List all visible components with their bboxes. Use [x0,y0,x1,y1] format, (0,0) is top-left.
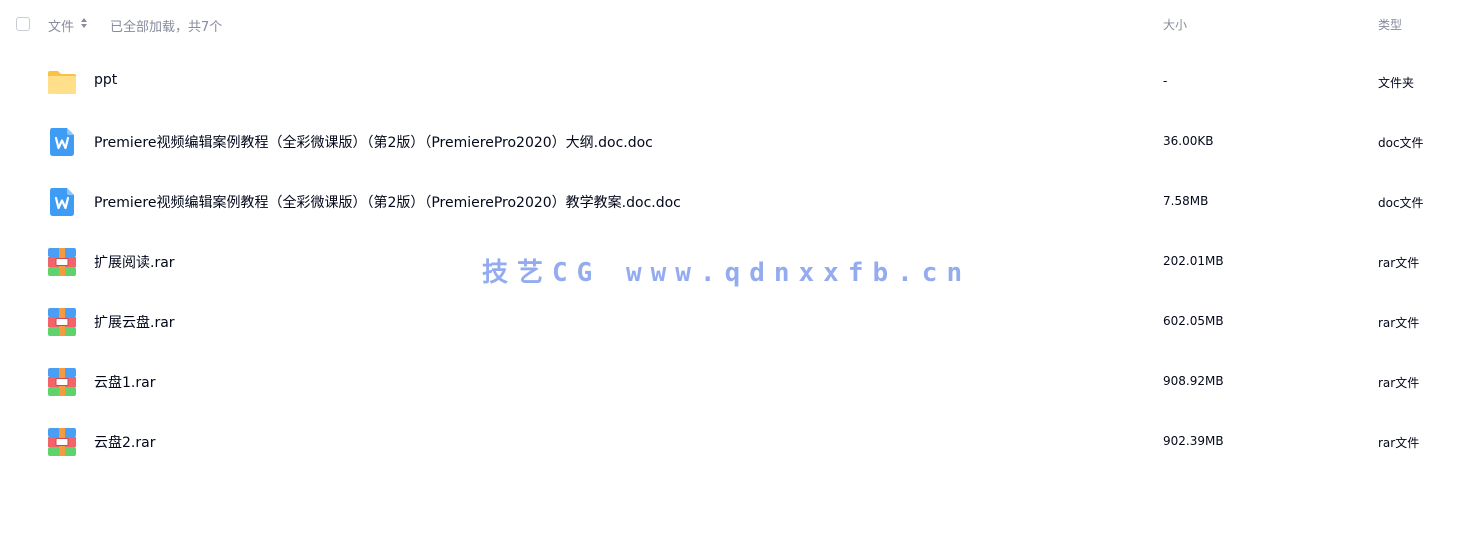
file-type: rar文件 [1378,256,1420,270]
file-row[interactable]: Premiere视频编辑案例教程（全彩微课版）（第2版）（PremierePro… [0,172,1480,232]
file-name[interactable]: ppt [94,72,117,88]
file-type: rar文件 [1378,316,1420,330]
select-all-checkbox[interactable] [16,17,30,31]
file-type: 文件夹 [1378,76,1415,90]
rar-archive-icon [48,308,76,336]
file-size: 36.00KB [1163,134,1214,148]
file-row[interactable]: ppt - 文件夹 [0,52,1480,112]
file-name[interactable]: Premiere视频编辑案例教程（全彩微课版）（第2版）（PremierePro… [94,132,653,152]
rar-archive-icon [48,428,76,456]
word-doc-icon [50,128,74,156]
file-name[interactable]: 云盘1.rar [94,372,155,392]
name-column-header[interactable]: 文件 [48,16,74,35]
file-type: rar文件 [1378,436,1420,450]
file-name[interactable]: 扩展云盘.rar [94,312,175,332]
file-list-header: 文件 已全部加载，共7个 大小 类型 [0,0,1480,50]
file-name[interactable]: 扩展阅读.rar [94,252,175,272]
file-row[interactable]: Premiere视频编辑案例教程（全彩微课版）（第2版）（PremierePro… [0,112,1480,172]
file-row[interactable]: 云盘2.rar 902.39MB rar文件 [0,412,1480,472]
rar-archive-icon [48,368,76,396]
file-size: - [1163,74,1168,88]
sort-icon[interactable] [80,17,88,29]
file-name[interactable]: Premiere视频编辑案例教程（全彩微课版）（第2版）（PremierePro… [94,192,681,212]
rar-archive-icon [48,248,76,276]
file-type: doc文件 [1378,136,1424,150]
load-status-text: 已全部加载，共7个 [110,20,223,35]
file-row[interactable]: 云盘1.rar 908.92MB rar文件 [0,352,1480,412]
file-name[interactable]: 云盘2.rar [94,432,155,452]
file-size: 202.01MB [1163,254,1224,268]
size-column-header[interactable]: 大小 [1163,16,1187,33]
word-doc-icon [50,188,74,216]
file-type: doc文件 [1378,196,1424,210]
watermark-text: 技艺CG www.qdnxxfb.cn [482,258,972,288]
file-type: rar文件 [1378,376,1420,390]
file-size: 908.92MB [1163,374,1224,388]
file-size: 902.39MB [1163,434,1224,448]
file-size: 602.05MB [1163,314,1224,328]
file-row[interactable]: 扩展云盘.rar 602.05MB rar文件 [0,292,1480,352]
folder-icon [48,71,76,94]
file-size: 7.58MB [1163,194,1209,208]
type-column-header[interactable]: 类型 [1378,16,1402,33]
